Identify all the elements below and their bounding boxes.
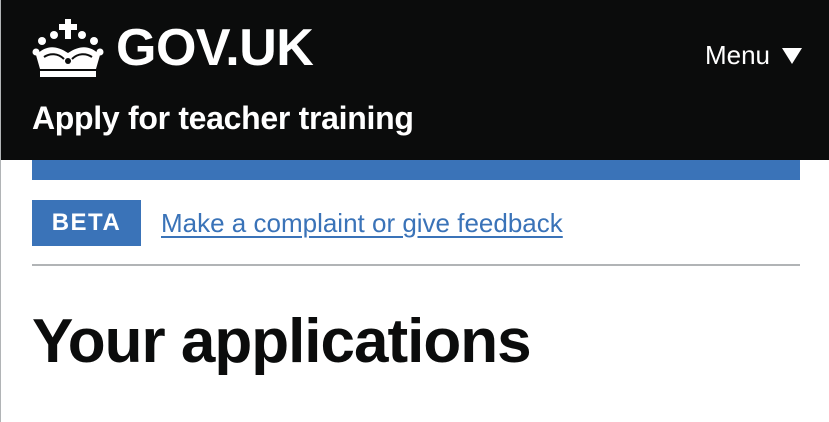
phase-banner: BETA Make a complaint or give feedback — [32, 200, 800, 266]
govuk-logo-text: GOV.UK — [116, 19, 314, 77]
menu-button[interactable]: Menu — [705, 40, 802, 71]
header-accent-bar — [32, 160, 800, 180]
page: GOV.UK Menu Apply for teacher training B… — [0, 0, 829, 422]
govuk-logo-link[interactable]: GOV.UK — [32, 18, 314, 78]
beta-tag: BETA — [32, 200, 141, 246]
menu-label: Menu — [704, 40, 770, 70]
govuk-header: GOV.UK Menu Apply for teacher training — [1, 0, 829, 160]
feedback-link[interactable]: Make a complaint or give feedback — [161, 208, 563, 239]
triangle-down-icon — [782, 47, 802, 64]
crown-icon — [32, 19, 104, 77]
page-title: Your applications — [32, 307, 532, 376]
service-name-link[interactable]: Apply for teacher training — [32, 100, 414, 137]
